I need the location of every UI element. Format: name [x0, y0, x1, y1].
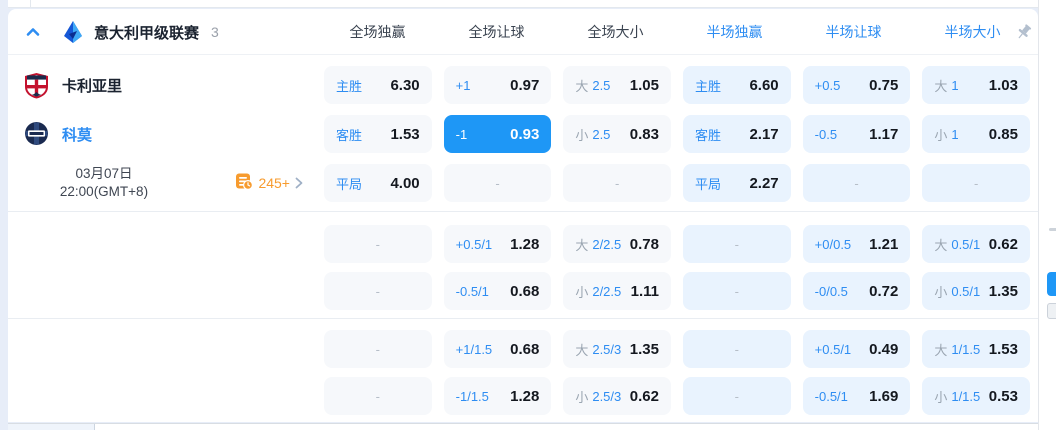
odds-cell-empty: -: [324, 225, 432, 263]
odds-cell[interactable]: 小 0.5/1 1.35: [922, 272, 1030, 310]
match-card: 意大利甲级联赛 3 全场独赢 全场让球 全场大小 半场独赢 半场让球 半场大小: [8, 9, 1038, 422]
odds-cell[interactable]: 大 2.5/3 1.35: [563, 330, 671, 368]
odds-cell[interactable]: -0.5 1.17: [802, 115, 911, 153]
odds-cell[interactable]: 平局 4.00: [324, 164, 432, 202]
alt-odds-block-2: - +1/1.5 0.68 大 2.5/3 1.35- +0.5/1 0.49 大 1/1.5 1.…: [8, 319, 1038, 422]
odds-cell[interactable]: +1 0.97: [443, 66, 552, 104]
home-team-logo-icon: [24, 72, 49, 99]
home-team-name: 卡利亚里: [62, 77, 123, 95]
column-headers: 全场独赢 全场让球 全场大小 半场独赢 半场让球 半场大小: [320, 9, 1034, 55]
odds-cell[interactable]: 小 2.5 0.83: [563, 115, 671, 153]
previous-card-edge: [8, 0, 1038, 8]
column-header-fulltime-overunder: 全场大小: [587, 24, 644, 40]
away-team-name: 科莫: [62, 126, 93, 144]
odds-cell[interactable]: 大 0.5/1 0.62: [922, 225, 1030, 263]
column-header-fulltime-1x2: 全场独赢: [349, 24, 406, 40]
odds-cell[interactable]: -0.5/1 1.69: [802, 377, 911, 415]
odds-cell-empty: -: [682, 330, 791, 368]
markets-link[interactable]: 245+: [235, 172, 304, 195]
match-time: 22:00(GMT+8): [59, 184, 149, 199]
chevron-right-icon: [294, 177, 304, 189]
odds-cell[interactable]: +0.5/1 1.28: [443, 225, 552, 263]
odds-cell-empty: -: [682, 272, 791, 310]
odds-cell[interactable]: 平局 2.27: [682, 164, 791, 202]
column-header-fulltime-handicap: 全场让球: [468, 24, 525, 40]
pin-icon[interactable]: [1014, 22, 1034, 42]
side-panel-dash: [1049, 228, 1056, 231]
odds-cell[interactable]: +0/0.5 1.21: [802, 225, 911, 263]
scroll-thumb[interactable]: [1047, 272, 1056, 296]
alt-odds-block-1: - +0.5/1 1.28 大 2/2.5 0.78- +0/0.5 1.21 大 0.5/1 0.…: [8, 212, 1038, 318]
odds-cell[interactable]: 小 1 0.85: [922, 115, 1030, 153]
odds-cell[interactable]: 大 1 1.03: [922, 66, 1030, 104]
odds-cell[interactable]: -1/1.5 1.28: [443, 377, 552, 415]
odds-cell[interactable]: 小 2.5/3 0.62: [563, 377, 671, 415]
odds-cell-empty: -: [324, 377, 432, 415]
away-team-logo-icon: [24, 121, 49, 148]
side-panel: [1038, 0, 1056, 430]
side-panel-button[interactable]: [1047, 303, 1056, 319]
odds-cell-empty: -: [802, 164, 911, 202]
column-header-halftime-handicap: 半场让球: [825, 24, 882, 40]
main-odds-block: 卡利亚里 科莫 03月07日 22:00(GMT+8) 245+ 主胜 6.30…: [8, 55, 1038, 211]
odds-cell-empty: -: [563, 164, 671, 202]
odds-cell[interactable]: -0.5/1 0.68: [443, 272, 552, 310]
odds-cell[interactable]: 客胜 2.17: [682, 115, 791, 153]
odds-cell-empty: -: [443, 164, 552, 202]
match-count: 3: [211, 24, 219, 40]
chevron-up-icon[interactable]: [24, 23, 42, 41]
markets-list-icon: [235, 172, 254, 195]
away-team-row[interactable]: 科莫: [8, 115, 320, 153]
next-card-edge: [8, 423, 1038, 430]
odds-cell[interactable]: 小 2/2.5 1.11: [563, 272, 671, 310]
odds-cell[interactable]: 主胜 6.30: [324, 66, 432, 104]
odds-cell-empty: -: [682, 225, 791, 263]
odds-cell[interactable]: +1/1.5 0.68: [443, 330, 552, 368]
odds-cell[interactable]: 大 1/1.5 1.53: [922, 330, 1030, 368]
odds-cell[interactable]: 小 1/1.5 0.53: [922, 377, 1030, 415]
odds-cell-empty: -: [324, 330, 432, 368]
card-header: 意大利甲级联赛 3 全场独赢 全场让球 全场大小 半场独赢 半场让球 半场大小: [8, 9, 1038, 55]
odds-cell-empty: -: [922, 164, 1030, 202]
odds-cell[interactable]: -0/0.5 0.72: [802, 272, 911, 310]
league-header: 意大利甲级联赛 3: [8, 9, 320, 55]
match-meta-row: 03月07日 22:00(GMT+8) 245+: [8, 164, 320, 202]
match-date: 03月07日: [75, 166, 133, 181]
odds-cell-empty: -: [324, 272, 432, 310]
league-name: 意大利甲级联赛: [94, 24, 200, 42]
odds-cell[interactable]: 客胜 1.53: [324, 115, 432, 153]
odds-cell[interactable]: 大 2/2.5 0.78: [563, 225, 671, 263]
markets-count: 245+: [258, 175, 290, 191]
fixture-info: 卡利亚里 科莫 03月07日 22:00(GMT+8) 245+: [8, 66, 320, 202]
odds-cell[interactable]: +0.5 0.75: [802, 66, 911, 104]
league-logo-icon: [62, 20, 84, 44]
match-datetime: 03月07日 22:00(GMT+8): [38, 165, 170, 201]
odds-section-3: - +1/1.5 0.68 大 2.5/3 1.35- +0.5/1 0.49 大 1/1.5 1.…: [320, 330, 1038, 415]
odds-section-2: - +0.5/1 1.28 大 2/2.5 0.78- +0/0.5 1.21 大 0.5/1 0.…: [320, 225, 1038, 310]
column-header-halftime-1x2: 半场独赢: [706, 24, 763, 40]
home-team-row[interactable]: 卡利亚里: [8, 66, 320, 104]
column-header-halftime-overunder: 半场大小: [944, 24, 1001, 40]
odds-section-1: 主胜 6.30 +1 0.97 大 2.5 1.05 主胜 6.60 +0.5 0.75 大 1 1.03…: [320, 66, 1038, 202]
odds-cell[interactable]: 主胜 6.60: [682, 66, 791, 104]
odds-cell[interactable]: +0.5/1 0.49: [802, 330, 911, 368]
odds-cell-empty: -: [682, 377, 791, 415]
odds-cell[interactable]: -1 0.93: [443, 115, 552, 153]
odds-cell[interactable]: 大 2.5 1.05: [563, 66, 671, 104]
